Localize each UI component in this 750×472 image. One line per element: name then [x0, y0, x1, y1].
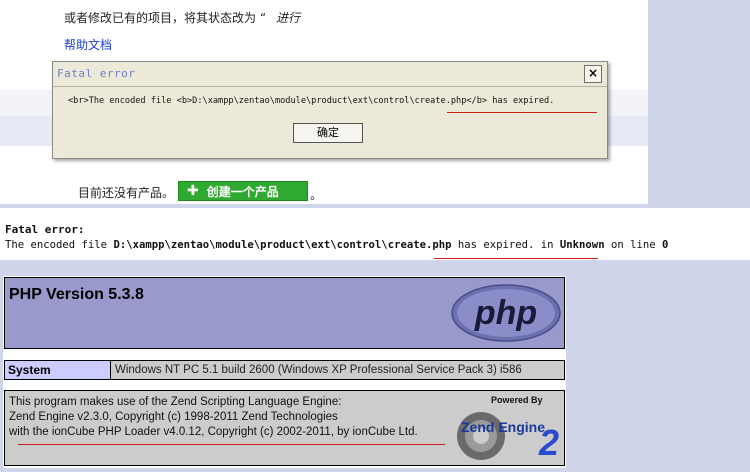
help-link[interactable]: 帮助文档: [64, 36, 112, 53]
zend-line-3: with the ionCube PHP Loader v4.0.12, Cop…: [9, 426, 418, 438]
system-row: System Windows NT PC 5.1 build 2600 (Win…: [4, 360, 565, 380]
fatal-error-output: Fatal error: The encoded file D:\xampp\z…: [0, 208, 750, 260]
zend-engine-logo-icon: Zend Engine 2: [457, 412, 559, 463]
system-label: System: [5, 361, 111, 379]
fatal-error-dialog: Fatal error × <br>The encoded file <b>D:…: [52, 61, 608, 159]
php-logo-text: php: [474, 294, 537, 332]
trailing-dot: 。: [310, 188, 323, 202]
ok-button[interactable]: 确定: [293, 123, 363, 143]
zend-logo-text: Zend Engine: [461, 419, 545, 435]
powered-by-label: Powered By: [491, 395, 543, 405]
no-product-text: 目前还没有产品。: [78, 186, 175, 200]
fatal-suffix: has expired. in: [451, 239, 560, 251]
intro-sentence: 或者修改已有的项目，将其状态改为 “: [64, 11, 267, 25]
fatal-unknown: Unknown: [559, 239, 605, 251]
create-product-label: 创建一个产品: [206, 184, 279, 199]
highlight-underline: [18, 444, 445, 445]
php-header: PHP Version 5.3.8 php: [4, 277, 565, 349]
system-value: Windows NT PC 5.1 build 2600 (Windows XP…: [115, 364, 522, 376]
highlight-underline: [447, 112, 597, 113]
plus-icon: ✚: [187, 183, 199, 199]
phpinfo-panel: PHP Version 5.3.8 php System Windows NT …: [3, 276, 566, 468]
highlight-underline: [434, 258, 598, 259]
zend-line-1: This program makes use of the Zend Scrip…: [9, 396, 342, 408]
php-logo-icon: php: [451, 284, 561, 342]
fatal-path: D:\xampp\zentao\module\product\ext\contr…: [113, 239, 452, 251]
zend-line-2: Zend Engine v2.3.0, Copyright (c) 1998-2…: [9, 411, 338, 423]
dialog-titlebar: Fatal error ×: [53, 62, 607, 87]
fatal-online: on line: [604, 239, 662, 251]
close-icon[interactable]: ×: [584, 65, 602, 83]
intro-status: 进行: [276, 11, 301, 25]
zend-logo-number: 2: [538, 422, 559, 463]
zend-engine-box: This program makes use of the Zend Scrip…: [4, 390, 565, 466]
php-version: PHP Version 5.3.8: [9, 286, 144, 303]
dialog-title: Fatal error: [57, 67, 136, 80]
fatal-heading: Fatal error:: [5, 223, 85, 236]
create-product-button[interactable]: ✚ 创建一个产品: [178, 181, 308, 201]
fatal-prefix: The encoded file: [5, 239, 114, 251]
intro-text: 或者修改已有的项目，将其状态改为 “ 进行: [64, 9, 300, 26]
fatal-line: 0: [661, 239, 669, 251]
fatal-message: The encoded file D:\xampp\zentao\module\…: [5, 239, 668, 251]
dialog-message: <br>The encoded file <b>D:\xampp\zentao\…: [68, 96, 555, 106]
